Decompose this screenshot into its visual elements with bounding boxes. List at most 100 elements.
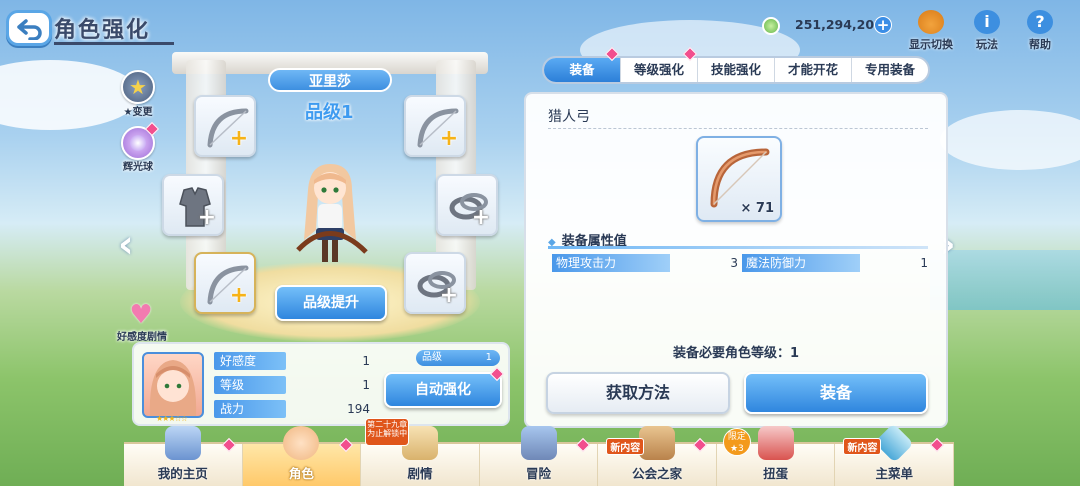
add-plus-icon: +	[439, 126, 459, 151]
mana-amount: 251,294,207	[795, 17, 883, 32]
how-to-play-label: 玩法	[976, 38, 998, 51]
nav-home[interactable]: 我的主页	[124, 426, 243, 486]
star-rating: ★★★☆☆	[156, 414, 188, 423]
how-to-play-button[interactable]: i 玩法	[962, 10, 1012, 56]
tab-skill-up[interactable]: 技能强化	[698, 58, 775, 82]
equip-slot-4[interactable]: +	[436, 174, 498, 236]
info-icon: i	[974, 10, 1000, 34]
attribute-value: 1	[920, 256, 928, 270]
cat-face-icon	[918, 10, 944, 34]
page-title: 角色强化	[54, 18, 151, 43]
nav-gacha[interactable]: 限定 ★3 扭蛋	[717, 426, 836, 486]
star-change-button[interactable]: ★	[121, 70, 155, 104]
nav-label: 扭蛋	[763, 466, 789, 481]
rank-pill-value: 1	[485, 352, 492, 363]
sword-shield-icon	[520, 426, 557, 460]
nav-label: 我的主页	[157, 466, 208, 481]
attribute-physical-attack: 物理攻击力 3	[552, 254, 738, 272]
character-name: 亚里莎	[268, 68, 392, 92]
glow-orb-label: 辉光球	[123, 162, 153, 173]
back-button[interactable]	[6, 10, 52, 46]
help-icon: ?	[1027, 10, 1053, 34]
guild-door-icon	[639, 426, 676, 460]
help-button[interactable]: ? 帮助	[1015, 10, 1065, 56]
gacha-machine-icon	[757, 426, 794, 460]
title-underline	[54, 42, 174, 45]
affinity-story-label: 好感度剧情	[117, 332, 167, 343]
required-level: 装备必要角色等级：1	[672, 346, 800, 361]
star-icon: ★	[129, 75, 147, 99]
stat-label: 战力	[214, 400, 286, 418]
equip-slot-5[interactable]: +	[194, 252, 256, 314]
display-toggle-button[interactable]: 显示切换	[906, 10, 956, 56]
nav-label: 主菜单	[875, 466, 914, 481]
heart-icon: ♥	[129, 300, 153, 330]
new-content-tag: 新内容	[606, 438, 645, 455]
nav-story[interactable]: 第二十九章为止解锁中 剧情	[361, 418, 480, 486]
attribute-label: 物理攻击力	[552, 254, 670, 272]
prev-character-arrow[interactable]: ‹	[118, 222, 134, 266]
star-change-label: ★变更	[123, 107, 153, 118]
attributes-divider	[548, 246, 928, 249]
stat-level: 等级 1	[214, 376, 370, 396]
stat-label: 等级	[214, 376, 286, 394]
equip-button[interactable]: 装备	[744, 372, 928, 414]
equip-slot-3[interactable]: +	[162, 174, 224, 236]
nav-label: 冒险	[526, 466, 552, 481]
attribute-label: 魔法防御力	[742, 254, 860, 272]
item-name: 猎人弓	[548, 109, 590, 125]
rank-pill: 品级 1	[416, 350, 500, 366]
tab-unique-equipment[interactable]: 专用装备	[852, 58, 928, 82]
attribute-value: 3	[730, 256, 738, 270]
cloud	[0, 60, 140, 130]
add-mana-button[interactable]: +	[874, 16, 892, 34]
nav-label: 公会之家	[632, 466, 683, 481]
tab-equipment[interactable]: 装备	[544, 58, 621, 82]
divider	[548, 128, 928, 129]
stat-power: 战力 194	[214, 400, 370, 420]
tab-level-up[interactable]: 等级强化	[621, 58, 698, 82]
add-plus-icon: +	[439, 283, 459, 308]
nav-label: 剧情	[407, 466, 433, 481]
equip-slot-1[interactable]: +	[194, 95, 256, 157]
stat-label: 好感度	[214, 352, 286, 370]
display-toggle-label: 显示切换	[909, 38, 953, 51]
equip-slot-6[interactable]: +	[404, 252, 466, 314]
add-plus-icon: +	[197, 205, 217, 230]
tab-talent[interactable]: 才能开花	[775, 58, 852, 82]
auto-enhance-button[interactable]: 自动强化	[384, 372, 502, 408]
enhance-tabs: 装备 等级强化 技能强化 才能开花 专用装备	[542, 56, 930, 84]
character-chibi-icon	[283, 426, 320, 460]
stat-value: 1	[362, 378, 370, 392]
affinity-story-button[interactable]: ♥	[124, 302, 158, 328]
help-label: 帮助	[1029, 38, 1051, 51]
rank-up-button[interactable]: 品级提升	[275, 285, 387, 321]
bottom-navigation: 我的主页 角色 第二十九章为止解锁中 剧情 冒险 新内容 公会之家 限定 ★3 …	[124, 418, 955, 486]
stat-value: 194	[347, 402, 370, 416]
character-sprite[interactable]	[290, 160, 370, 270]
character-portrait[interactable]: ★★★☆☆	[142, 352, 204, 423]
orb-icon	[130, 135, 146, 151]
story-unlock-tag: 第二十九章为止解锁中	[365, 418, 410, 446]
castle-icon	[164, 426, 201, 460]
limited-tag: 限定 ★3	[722, 428, 751, 456]
add-plus-icon: +	[229, 283, 249, 308]
character-rank: 品级1	[305, 102, 354, 123]
nav-label: 角色	[288, 466, 314, 481]
rank-pill-label: 品级	[422, 352, 442, 363]
attribute-magic-defense: 魔法防御力 1	[742, 254, 928, 272]
stat-value: 1	[362, 354, 370, 368]
acquire-method-button[interactable]: 获取方法	[546, 372, 730, 414]
stat-affinity: 好感度 1	[214, 352, 370, 372]
mana-coin-icon	[762, 17, 780, 35]
equipment-detail-panel: 猎人弓 × 71 ◆ 装备属性值 物理攻击力 3 魔法防御力 1 装备必要角色等级：1…	[524, 92, 948, 428]
add-plus-icon: +	[229, 126, 249, 151]
equip-slot-2[interactable]: +	[404, 95, 466, 157]
item-quantity: × 71	[740, 201, 774, 216]
character-status-panel: ★★★☆☆ 好感度 1 等级 1 战力 194 品级 1 自动强化	[132, 342, 510, 426]
add-plus-icon: +	[471, 205, 491, 230]
item-icon-box[interactable]: × 71	[696, 136, 782, 222]
back-arrow-icon	[17, 19, 42, 40]
portrait-face	[149, 360, 197, 416]
cloud	[940, 110, 1080, 170]
